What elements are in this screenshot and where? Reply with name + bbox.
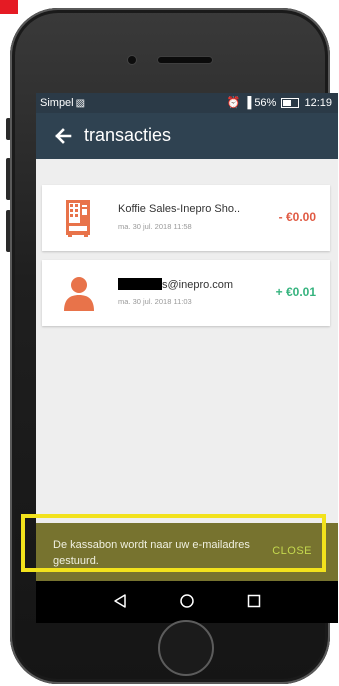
transaction-date: ma. 30 jul. 2018 11:03 bbox=[118, 297, 192, 306]
carrier-label: Simpel ▧ bbox=[40, 93, 85, 114]
front-camera bbox=[128, 56, 136, 64]
redacted-block bbox=[118, 278, 162, 290]
battery-icon bbox=[281, 98, 300, 109]
phone-frame: Simpel ▧ ⏰ ▐ 56% 12:19 transacties Koffi… bbox=[10, 8, 338, 684]
person-icon bbox=[64, 277, 94, 311]
back-triangle-icon[interactable] bbox=[112, 593, 128, 609]
transaction-title: Koffie Sales-Inepro Sho.. bbox=[118, 203, 241, 215]
vending-machine-icon bbox=[66, 200, 90, 237]
snackbar-message: De kassabon wordt naar uw e-mailadres ge… bbox=[53, 539, 250, 567]
physical-home-button bbox=[158, 620, 214, 676]
earpiece-speaker bbox=[158, 57, 212, 63]
status-bar: Simpel ▧ ⏰ ▐ 56% 12:19 bbox=[36, 93, 338, 113]
app-bar: transacties bbox=[36, 113, 338, 159]
transaction-amount: + €0.01 bbox=[275, 285, 316, 299]
close-button[interactable]: CLOSE bbox=[272, 545, 312, 557]
battery-percent: 56% bbox=[254, 97, 277, 109]
android-nav-bar bbox=[36, 581, 338, 623]
sim-icon: ▧ bbox=[75, 98, 86, 109]
transaction-date: ma. 30 jul. 2018 11:58 bbox=[118, 222, 192, 231]
home-circle-icon[interactable] bbox=[179, 593, 195, 609]
status-indicators: ⏰ ▐ 56% 12:19 bbox=[227, 93, 332, 113]
recents-square-icon[interactable] bbox=[246, 593, 262, 609]
transaction-card[interactable]: Koffie Sales-Inepro Sho.. ma. 30 jul. 20… bbox=[42, 185, 330, 251]
clock: 12:19 bbox=[304, 97, 332, 109]
signal-icon: ▐ bbox=[243, 97, 252, 109]
arrow-left-icon[interactable] bbox=[54, 127, 72, 145]
page-title: transacties bbox=[84, 125, 172, 145]
transaction-card[interactable]: s@inepro.com ma. 30 jul. 2018 11:03 + €0… bbox=[42, 260, 330, 326]
alarm-icon: ⏰ bbox=[226, 97, 241, 109]
transaction-title: s@inepro.com bbox=[118, 278, 258, 291]
transaction-amount: - €0.00 bbox=[278, 210, 316, 224]
phone-screen: Simpel ▧ ⏰ ▐ 56% 12:19 transacties Koffi… bbox=[36, 93, 338, 623]
snackbar: De kassabon wordt naar uw e-mailadres ge… bbox=[36, 523, 338, 581]
corner-marker bbox=[0, 0, 18, 14]
